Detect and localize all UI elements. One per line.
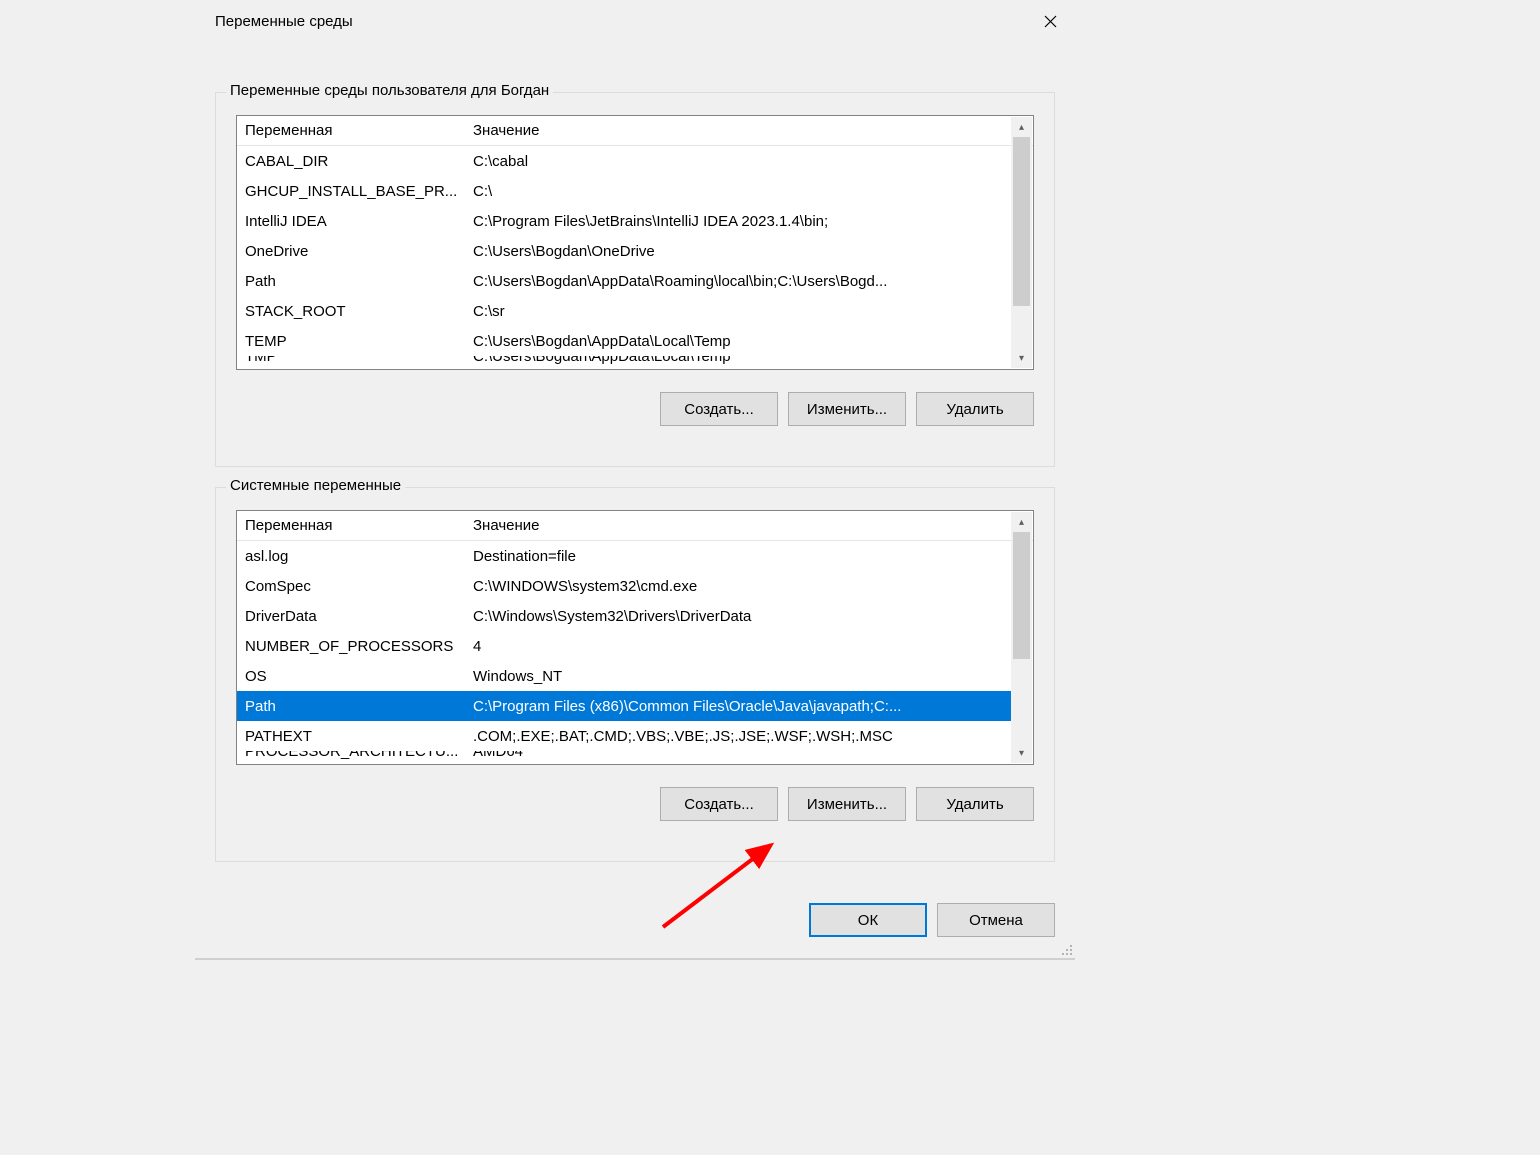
listview-header: Переменная Значение bbox=[237, 116, 1033, 146]
table-row[interactable]: CABAL_DIRC:\cabal bbox=[237, 146, 1011, 176]
table-row[interactable]: IntelliJ IDEAC:\Program Files\JetBrains\… bbox=[237, 206, 1011, 236]
cell-value: AMD64 bbox=[473, 751, 1011, 760]
table-row[interactable]: OSWindows_NT bbox=[237, 661, 1011, 691]
cell-variable: Path bbox=[245, 273, 473, 290]
sys-delete-button[interactable]: Удалить bbox=[916, 787, 1034, 821]
dialog-main-buttons: ОК Отмена bbox=[809, 903, 1055, 937]
cell-variable: OS bbox=[245, 668, 473, 685]
cell-variable: CABAL_DIR bbox=[245, 153, 473, 170]
sys-edit-button[interactable]: Изменить... bbox=[788, 787, 906, 821]
system-vars-legend: Системные переменные bbox=[226, 477, 405, 494]
cell-value: .COM;.EXE;.BAT;.CMD;.VBS;.VBE;.JS;.JSE;.… bbox=[473, 728, 1011, 745]
table-row[interactable]: DriverDataC:\Windows\System32\Drivers\Dr… bbox=[237, 601, 1011, 631]
user-edit-button[interactable]: Изменить... bbox=[788, 392, 906, 426]
cell-variable: IntelliJ IDEA bbox=[245, 213, 473, 230]
system-vars-listview[interactable]: Переменная Значение asl.logDestination=f… bbox=[236, 510, 1034, 765]
close-button[interactable] bbox=[1028, 6, 1073, 36]
cell-variable: Path bbox=[245, 698, 473, 715]
dialog-title: Переменные среды bbox=[215, 13, 353, 30]
table-row[interactable]: PATHEXT.COM;.EXE;.BAT;.CMD;.VBS;.VBE;.JS… bbox=[237, 721, 1011, 751]
table-row[interactable]: GHCUP_INSTALL_BASE_PR...C:\ bbox=[237, 176, 1011, 206]
scroll-thumb[interactable] bbox=[1013, 137, 1030, 306]
cancel-button[interactable]: Отмена bbox=[937, 903, 1055, 937]
ok-button[interactable]: ОК bbox=[809, 903, 927, 937]
cell-value: C:\ bbox=[473, 183, 1011, 200]
user-vars-groupbox: Переменные среды пользователя для Богдан… bbox=[215, 92, 1055, 467]
column-header-variable[interactable]: Переменная bbox=[245, 122, 473, 139]
column-header-variable[interactable]: Переменная bbox=[245, 517, 473, 534]
resize-grip-icon bbox=[1059, 942, 1073, 956]
scroll-thumb[interactable] bbox=[1013, 532, 1030, 659]
scroll-up-icon[interactable]: ▴ bbox=[1011, 512, 1032, 532]
user-delete-button[interactable]: Удалить bbox=[916, 392, 1034, 426]
table-row[interactable]: PathC:\Users\Bogdan\AppData\Roaming\loca… bbox=[237, 266, 1011, 296]
cell-variable: TMP bbox=[245, 356, 473, 365]
sys-new-button[interactable]: Создать... bbox=[660, 787, 778, 821]
cell-value: C:\Users\Bogdan\OneDrive bbox=[473, 243, 1011, 260]
scroll-down-icon[interactable]: ▾ bbox=[1011, 743, 1032, 763]
env-vars-dialog: Переменные среды Переменные среды пользо… bbox=[195, 0, 1075, 955]
table-row[interactable]: TEMPC:\Users\Bogdan\AppData\Local\Temp bbox=[237, 326, 1011, 356]
scroll-down-icon[interactable]: ▾ bbox=[1011, 348, 1032, 368]
cell-variable: TEMP bbox=[245, 333, 473, 350]
user-vars-buttons: Создать... Изменить... Удалить bbox=[236, 392, 1034, 426]
cell-value: C:\WINDOWS\system32\cmd.exe bbox=[473, 578, 1011, 595]
cell-variable: GHCUP_INSTALL_BASE_PR... bbox=[245, 183, 473, 200]
table-row[interactable]: asl.logDestination=file bbox=[237, 541, 1011, 571]
cell-variable: OneDrive bbox=[245, 243, 473, 260]
cell-value: Destination=file bbox=[473, 548, 1011, 565]
cell-value: C:\Users\Bogdan\AppData\Roaming\local\bi… bbox=[473, 273, 1011, 290]
cell-variable: PROCESSOR_ARCHITECTU... bbox=[245, 751, 473, 760]
scroll-up-icon[interactable]: ▴ bbox=[1011, 117, 1032, 137]
user-vars-listview[interactable]: Переменная Значение CABAL_DIRC:\cabalGHC… bbox=[236, 115, 1034, 370]
table-row[interactable]: PathC:\Program Files (x86)\Common Files\… bbox=[237, 691, 1011, 721]
system-vars-buttons: Создать... Изменить... Удалить bbox=[236, 787, 1034, 821]
cell-value: C:\Users\Bogdan\AppData\Local\Temp bbox=[473, 356, 1011, 365]
column-header-value[interactable]: Значение bbox=[473, 517, 1033, 534]
cell-value: C:\Users\Bogdan\AppData\Local\Temp bbox=[473, 333, 1011, 350]
table-row[interactable]: TMPC:\Users\Bogdan\AppData\Local\Temp bbox=[237, 356, 1011, 369]
cell-value: Windows_NT bbox=[473, 668, 1011, 685]
cell-variable: ComSpec bbox=[245, 578, 473, 595]
close-icon bbox=[1044, 15, 1057, 28]
table-row[interactable]: NUMBER_OF_PROCESSORS4 bbox=[237, 631, 1011, 661]
table-row[interactable]: PROCESSOR_ARCHITECTU...AMD64 bbox=[237, 751, 1011, 764]
table-row[interactable]: STACK_ROOTC:\sr bbox=[237, 296, 1011, 326]
listview-header: Переменная Значение bbox=[237, 511, 1033, 541]
cell-variable: PATHEXT bbox=[245, 728, 473, 745]
cell-variable: STACK_ROOT bbox=[245, 303, 473, 320]
user-new-button[interactable]: Создать... bbox=[660, 392, 778, 426]
cell-variable: asl.log bbox=[245, 548, 473, 565]
table-row[interactable]: ComSpecC:\WINDOWS\system32\cmd.exe bbox=[237, 571, 1011, 601]
cell-variable: NUMBER_OF_PROCESSORS bbox=[245, 638, 473, 655]
cell-value: C:\Windows\System32\Drivers\DriverData bbox=[473, 608, 1011, 625]
cell-variable: DriverData bbox=[245, 608, 473, 625]
cell-value: C:\Program Files\JetBrains\IntelliJ IDEA… bbox=[473, 213, 1011, 230]
cell-value: C:\Program Files (x86)\Common Files\Orac… bbox=[473, 698, 1011, 715]
title-bar: Переменные среды bbox=[195, 0, 1075, 42]
scrollbar[interactable]: ▴ ▾ bbox=[1011, 117, 1032, 368]
user-vars-legend: Переменные среды пользователя для Богдан bbox=[226, 82, 553, 99]
cell-value: C:\cabal bbox=[473, 153, 1011, 170]
cell-value: 4 bbox=[473, 638, 1011, 655]
column-header-value[interactable]: Значение bbox=[473, 122, 1033, 139]
cell-value: C:\sr bbox=[473, 303, 1011, 320]
scrollbar[interactable]: ▴ ▾ bbox=[1011, 512, 1032, 763]
system-vars-groupbox: Системные переменные Переменная Значение… bbox=[215, 487, 1055, 862]
table-row[interactable]: OneDriveC:\Users\Bogdan\OneDrive bbox=[237, 236, 1011, 266]
